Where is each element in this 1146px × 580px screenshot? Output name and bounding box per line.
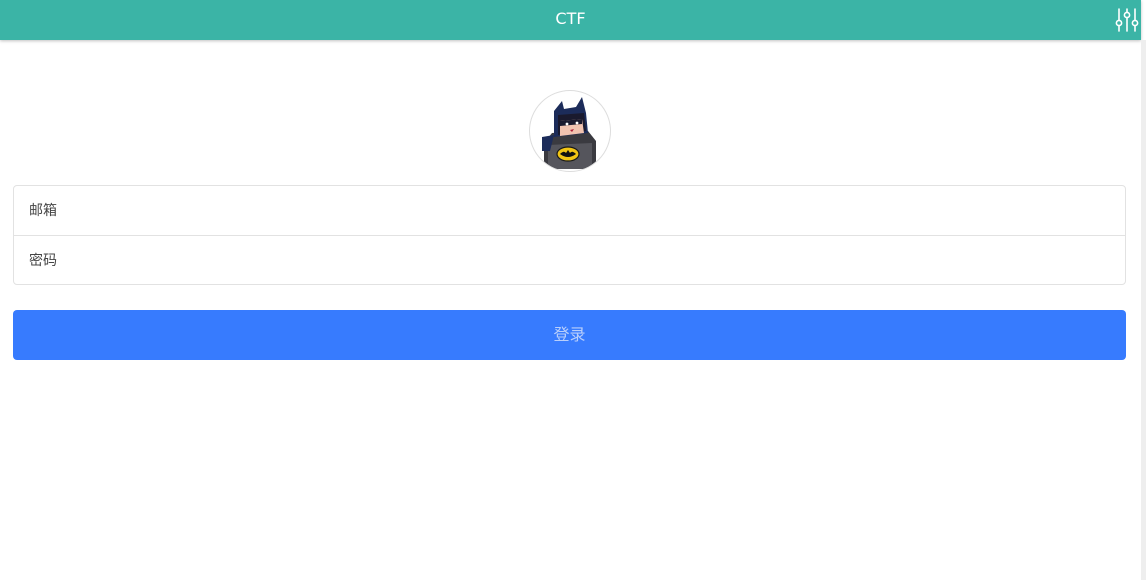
login-form — [13, 185, 1126, 285]
login-page: CTF 邮箱 登录 — [0, 0, 1146, 580]
email-field[interactable] — [14, 186, 1125, 235]
login-button[interactable]: 登录 — [13, 310, 1126, 360]
scrollbar-track[interactable] — [1141, 40, 1146, 580]
settings-button[interactable] — [1113, 6, 1141, 34]
avatar — [529, 90, 611, 172]
page-title: CTF — [555, 9, 586, 28]
password-field[interactable] — [14, 236, 1125, 285]
top-bar: CTF — [0, 0, 1141, 40]
sliders-icon — [1115, 8, 1139, 32]
batman-avatar-icon — [542, 97, 596, 169]
